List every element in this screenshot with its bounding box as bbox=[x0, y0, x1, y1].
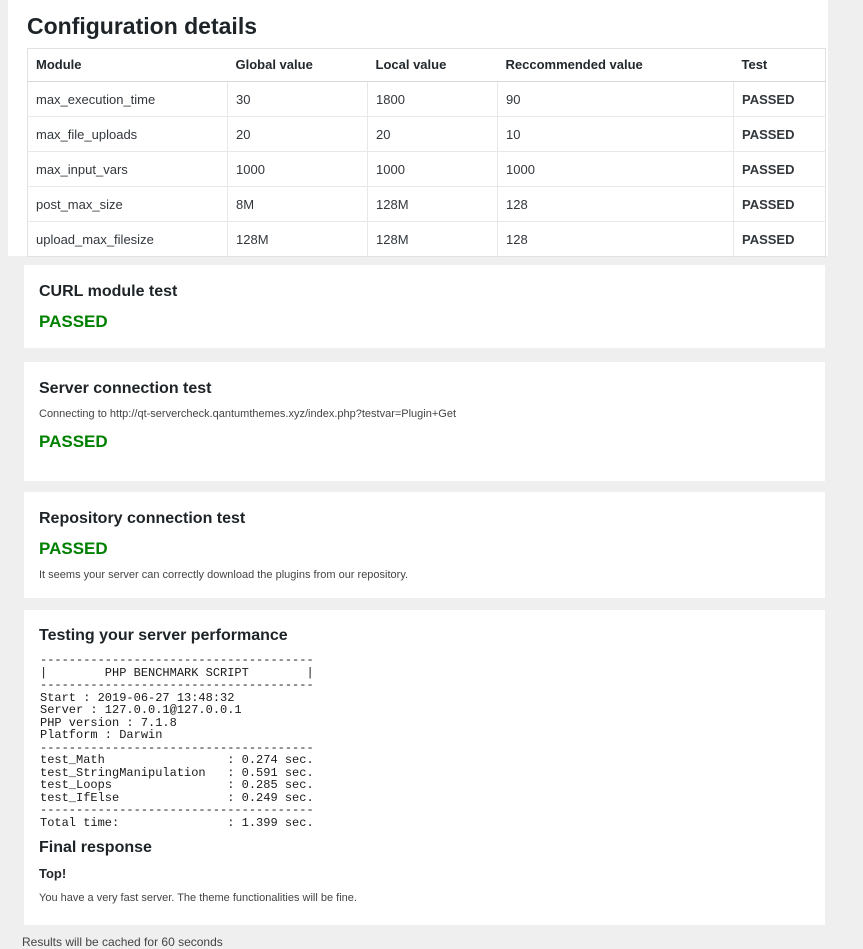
repository-test-status: PASSED bbox=[39, 539, 810, 559]
configuration-details-card: Configuration details Module Global valu… bbox=[8, 0, 828, 256]
page-title: Configuration details bbox=[8, 0, 828, 40]
global-value: 30 bbox=[228, 82, 368, 117]
repository-test-note: It seems your server can correctly downl… bbox=[39, 569, 810, 582]
local-value: 1800 bbox=[368, 82, 498, 117]
module-name: max_execution_time bbox=[28, 82, 228, 117]
column-header-recommended-value: Reccommended value bbox=[498, 49, 734, 82]
table-row: max_execution_time 30 1800 90 PASSED bbox=[28, 82, 826, 117]
table-row: max_input_vars 1000 1000 1000 PASSED bbox=[28, 152, 826, 187]
global-value: 8M bbox=[228, 187, 368, 222]
local-value: 128M bbox=[368, 222, 498, 257]
recommended-value: 10 bbox=[498, 117, 734, 152]
server-test-status: PASSED bbox=[39, 432, 810, 452]
module-name: max_file_uploads bbox=[28, 117, 228, 152]
repository-connection-test-card: Repository connection test PASSED It see… bbox=[24, 492, 825, 598]
column-header-test: Test bbox=[734, 49, 826, 82]
column-header-module: Module bbox=[28, 49, 228, 82]
global-value: 1000 bbox=[228, 152, 368, 187]
column-header-global-value: Global value bbox=[228, 49, 368, 82]
global-value: 128M bbox=[228, 222, 368, 257]
recommended-value: 90 bbox=[498, 82, 734, 117]
server-test-note: Connecting to http://qt-servercheck.qant… bbox=[39, 408, 810, 421]
test-status: PASSED bbox=[734, 222, 826, 257]
server-connection-test-card: Server connection test Connecting to htt… bbox=[24, 362, 825, 481]
local-value: 1000 bbox=[368, 152, 498, 187]
recommended-value: 128 bbox=[498, 187, 734, 222]
module-name: post_max_size bbox=[28, 187, 228, 222]
configuration-table: Module Global value Local value Reccomme… bbox=[27, 48, 826, 257]
recommended-value: 128 bbox=[498, 222, 734, 257]
final-response-title: Final response bbox=[39, 838, 810, 857]
table-row: upload_max_filesize 128M 128M 128 PASSED bbox=[28, 222, 826, 257]
module-name: max_input_vars bbox=[28, 152, 228, 187]
column-header-local-value: Local value bbox=[368, 49, 498, 82]
test-status: PASSED bbox=[734, 152, 826, 187]
local-value: 20 bbox=[368, 117, 498, 152]
performance-title: Testing your server performance bbox=[39, 626, 810, 645]
final-response-message: You have a very fast server. The theme f… bbox=[39, 892, 810, 905]
server-performance-card: Testing your server performance --------… bbox=[24, 610, 825, 925]
test-status: PASSED bbox=[734, 117, 826, 152]
curl-test-title: CURL module test bbox=[39, 282, 810, 301]
final-response-verdict: Top! bbox=[39, 866, 810, 882]
local-value: 128M bbox=[368, 187, 498, 222]
cache-note: Results will be cached for 60 seconds bbox=[22, 935, 223, 949]
recommended-value: 1000 bbox=[498, 152, 734, 187]
module-name: upload_max_filesize bbox=[28, 222, 228, 257]
curl-test-status: PASSED bbox=[39, 312, 810, 332]
global-value: 20 bbox=[228, 117, 368, 152]
server-test-title: Server connection test bbox=[39, 379, 810, 398]
test-status: PASSED bbox=[734, 82, 826, 117]
table-row: post_max_size 8M 128M 128 PASSED bbox=[28, 187, 826, 222]
curl-module-test-card: CURL module test PASSED bbox=[24, 265, 825, 348]
benchmark-output: -------------------------------------- |… bbox=[40, 654, 810, 829]
test-status: PASSED bbox=[734, 187, 826, 222]
repository-test-title: Repository connection test bbox=[39, 509, 810, 528]
table-header-row: Module Global value Local value Reccomme… bbox=[28, 49, 826, 82]
table-row: max_file_uploads 20 20 10 PASSED bbox=[28, 117, 826, 152]
